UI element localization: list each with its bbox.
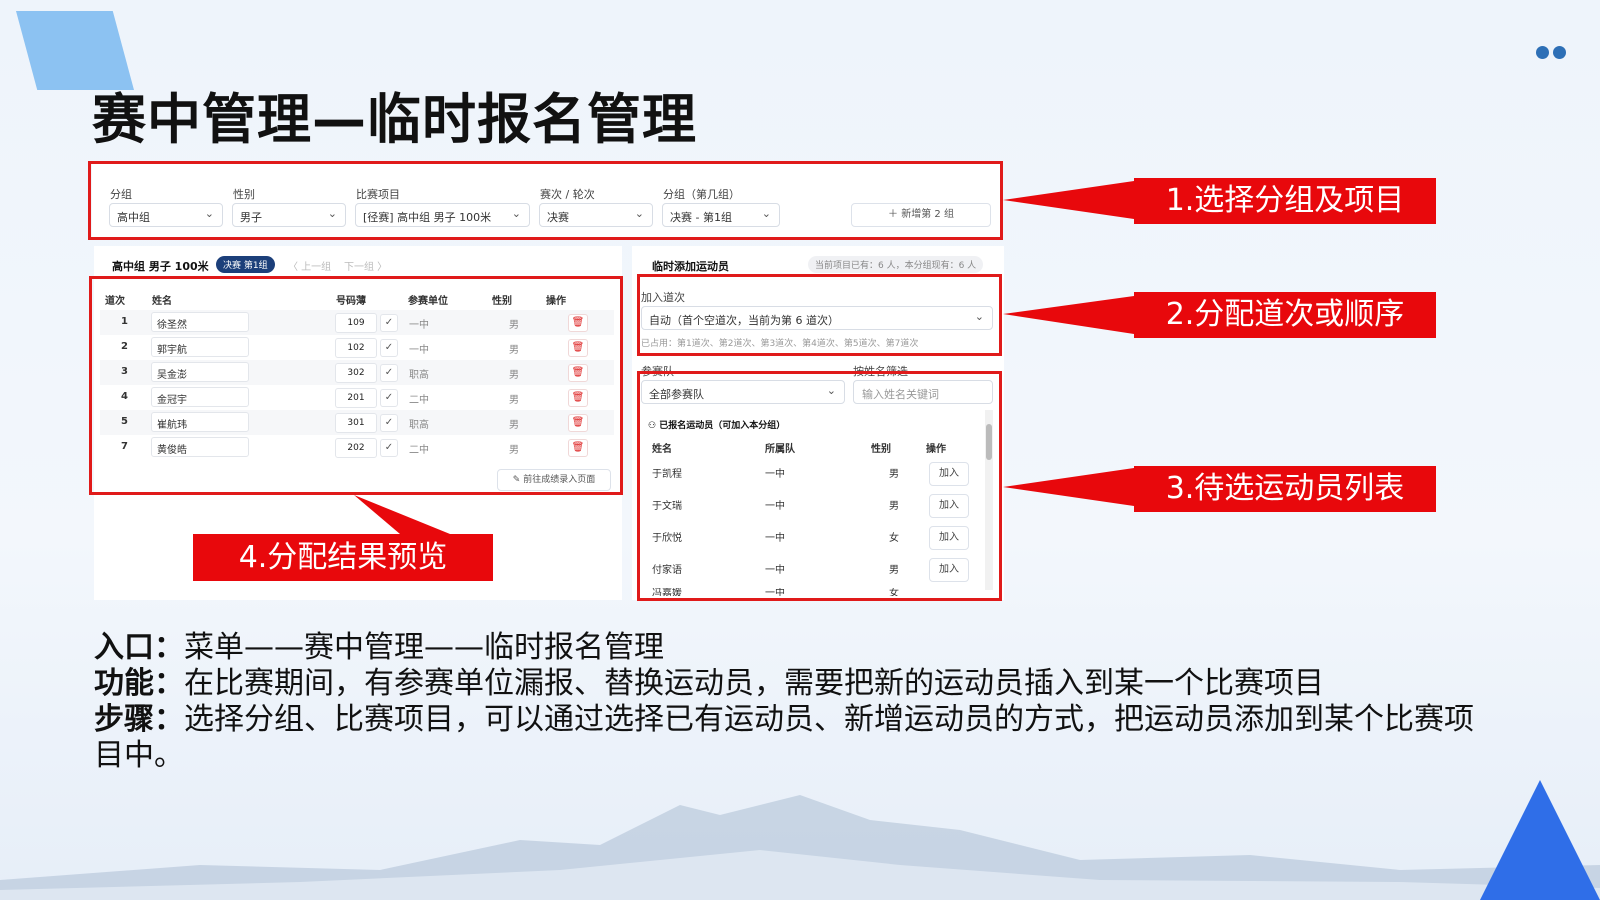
steps-line: 步骤：选择分组、比赛项目，可以通过选择已有运动员、新增运动员的方式，把运动员添加… [94, 702, 1474, 737]
mountain-background [0, 795, 1600, 900]
heat-badge: 决赛 第1组 [216, 256, 275, 273]
entry-line: 入口：菜单——赛中管理——临时报名管理 [94, 630, 664, 665]
decorative-dots [1536, 46, 1566, 59]
prev-group-link[interactable]: 〈 上一组 [288, 258, 331, 273]
highlight-box-3 [637, 371, 1002, 601]
steps-line-cont: 目中。 [94, 738, 184, 773]
callout-4: 4.分配结果预览 [193, 534, 493, 581]
slide-title: 赛中管理—临时报名管理 [92, 88, 697, 151]
result-heading: 高中组 男子 100米 [112, 260, 209, 273]
count-summary: 当前项目已有：6 人，本分组现有：6 人 [808, 256, 984, 273]
next-group-link[interactable]: 下一组 〉 [344, 258, 387, 273]
callout-2: 2.分配道次或顺序 [1134, 292, 1436, 338]
highlight-box-2 [637, 274, 1002, 356]
highlight-box-1 [88, 161, 1003, 240]
callout-3: 3.待选运动员列表 [1134, 466, 1436, 512]
add-panel-heading: 临时添加运动员 [652, 260, 729, 273]
function-line: 功能：在比赛期间，有参赛单位漏报、替换运动员，需要把新的运动员插入到某一个比赛项… [94, 666, 1324, 701]
highlight-box-4 [89, 276, 623, 495]
callout-1: 1.选择分组及项目 [1134, 178, 1436, 224]
